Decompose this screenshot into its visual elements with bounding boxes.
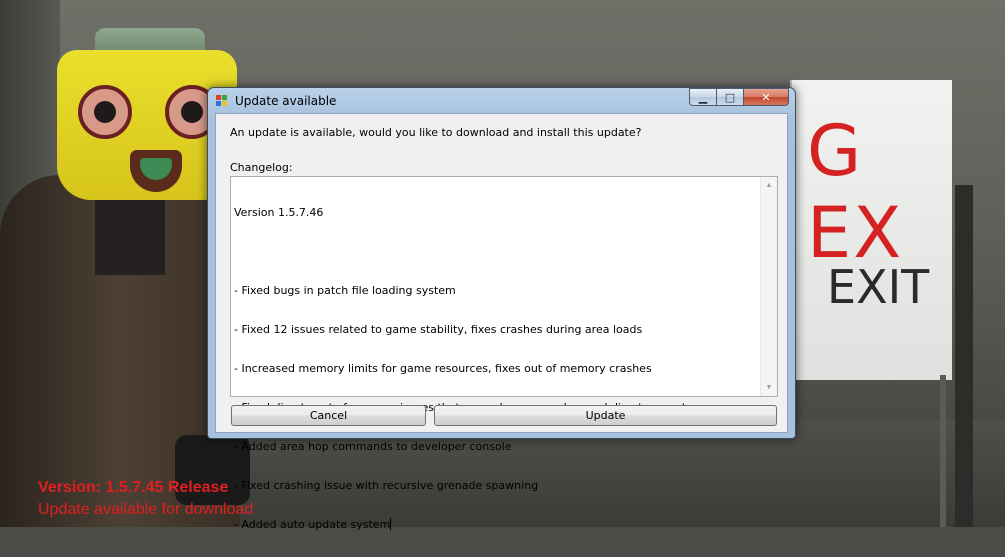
changelog-textbox[interactable]: Version 1.5.7.46 - Fixed bugs in patch f…: [230, 176, 778, 531]
changelog-label: Changelog:: [230, 161, 293, 174]
minimize-button[interactable]: ▁: [689, 88, 716, 106]
hud-overlay: Version: 1.5.7.45 Release Update availab…: [38, 477, 253, 521]
changelog-line: - Fixed 12 issues related to game stabil…: [234, 323, 643, 336]
changelog-text[interactable]: Version 1.5.7.46 - Fixed bugs in patch f…: [234, 180, 757, 557]
maximize-icon: □: [724, 90, 736, 104]
changelog-line: - Added auto update system: [234, 518, 391, 531]
scroll-down-arrow-icon[interactable]: ▼: [761, 379, 777, 396]
changelog-line: - Increased memory limits for game resou…: [234, 362, 652, 375]
changelog-line: [234, 245, 757, 258]
text-caret: [390, 518, 392, 530]
sign-exit-text: EXIT: [827, 260, 930, 314]
changelog-line: - Fixed bugs in patch file loading syste…: [234, 284, 456, 297]
close-icon: ✕: [761, 90, 771, 104]
changelog-line: - Fixed crashing issue with recursive gr…: [234, 479, 539, 492]
changelog-line: Version 1.5.7.46: [234, 206, 324, 219]
close-button[interactable]: ✕: [743, 88, 789, 106]
sign-red-text: G EX: [807, 110, 904, 274]
cancel-button[interactable]: Cancel: [231, 405, 426, 426]
sign-post-rear: [940, 375, 946, 527]
window-title: Update available: [235, 94, 337, 108]
title-bar[interactable]: Update available ▁ □ ✕: [208, 88, 795, 114]
update-prompt: An update is available, would you like t…: [230, 126, 642, 139]
vertical-scrollbar[interactable]: ▲ ▼: [760, 177, 777, 396]
sign-post: [955, 185, 973, 527]
dialog-client-area: An update is available, would you like t…: [215, 113, 788, 531]
scroll-up-arrow-icon[interactable]: ▲: [761, 177, 777, 194]
character-left-eye: [78, 85, 132, 139]
maximize-button[interactable]: □: [716, 88, 743, 106]
window-controls: ▁ □ ✕: [689, 88, 789, 107]
update-dialog: Update available ▁ □ ✕ An update is avai…: [207, 87, 796, 531]
windows-form-icon[interactable]: [216, 95, 228, 107]
hud-version-text: Version: 1.5.7.45 Release: [38, 479, 229, 496]
exit-sign: G EX EXIT: [790, 80, 952, 380]
changelog-line: - Added area hop commands to developer c…: [234, 440, 512, 453]
hud-status-text: Update available for download: [38, 501, 254, 518]
minimize-icon: ▁: [698, 90, 708, 104]
changelog-line-last: - Added auto update system: [234, 518, 757, 531]
update-button[interactable]: Update: [434, 405, 777, 426]
